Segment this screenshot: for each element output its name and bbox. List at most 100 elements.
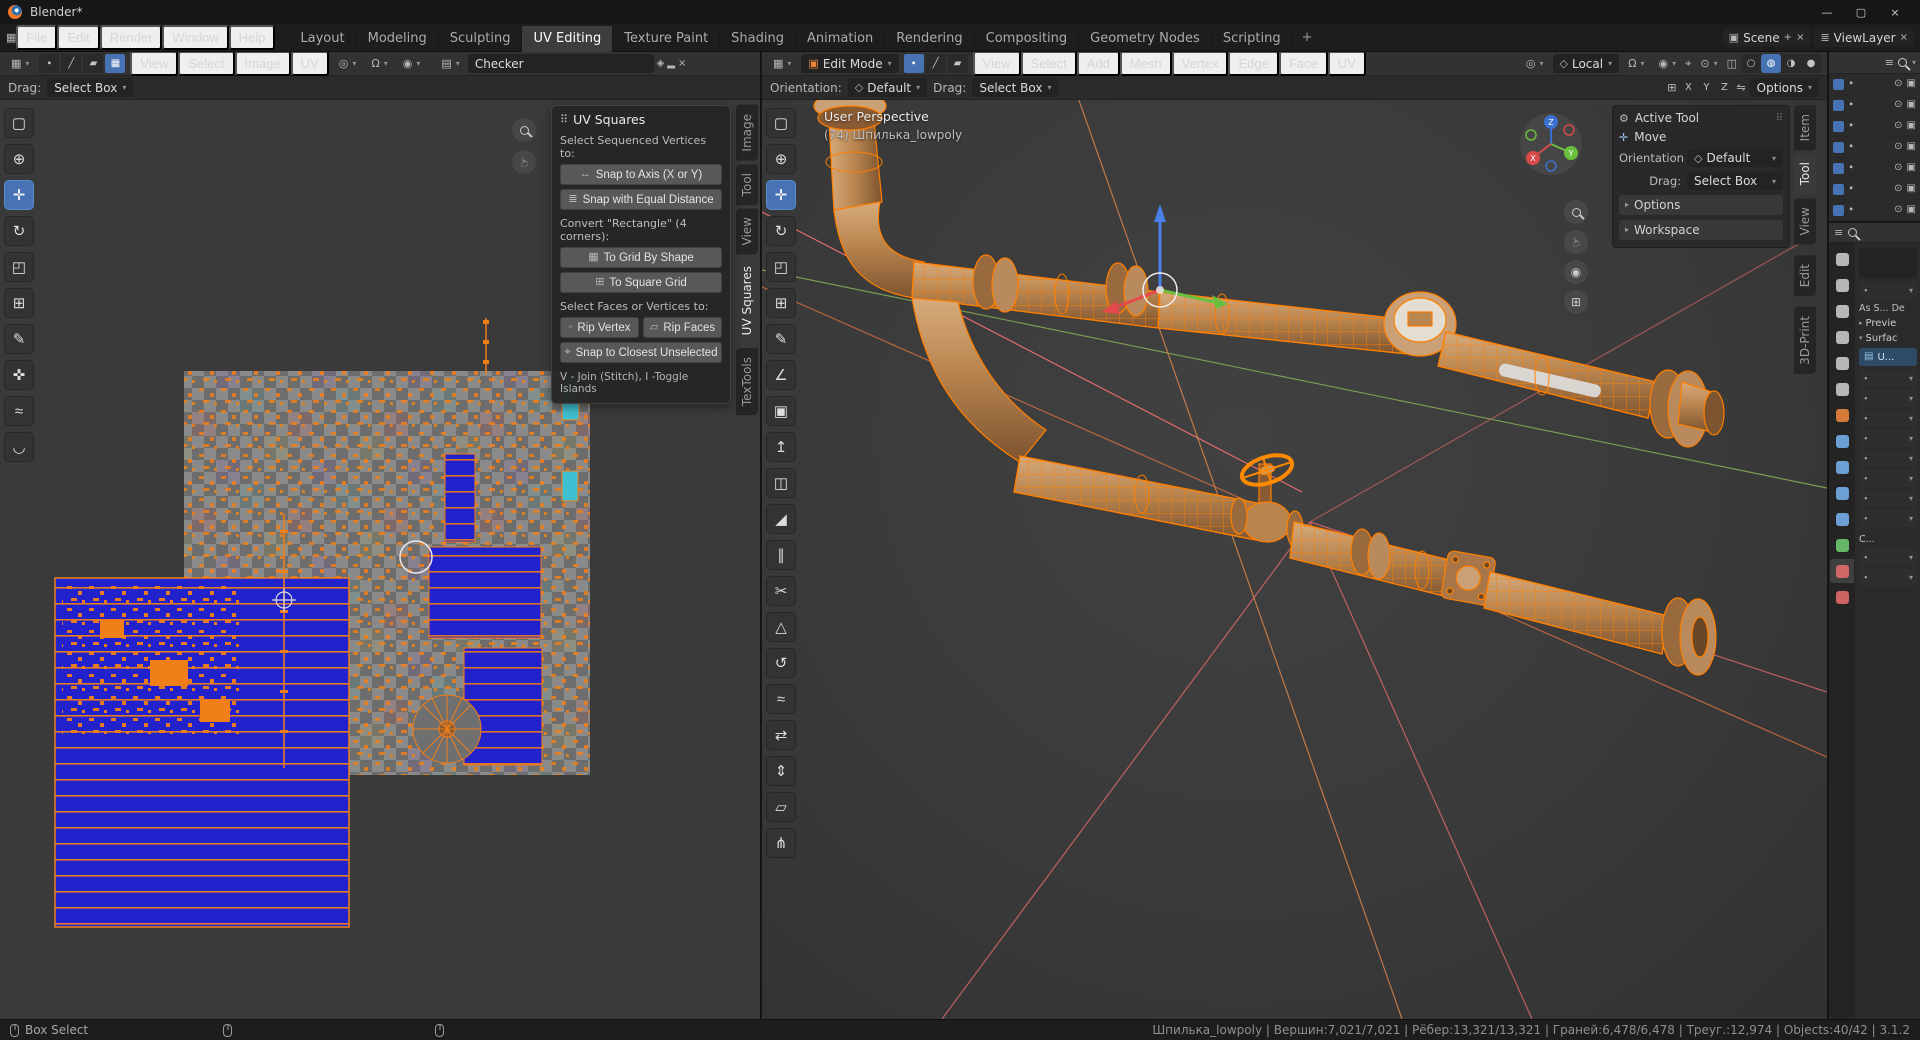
sidebar-tab-view[interactable]: View bbox=[1794, 198, 1816, 244]
camera-visibility-icon[interactable]: ▣ bbox=[1907, 205, 1916, 215]
workspace-tab-geometry-nodes[interactable]: Geometry Nodes bbox=[1079, 26, 1212, 52]
collection-checkbox[interactable] bbox=[1833, 79, 1844, 90]
eye-icon[interactable]: ⊙ bbox=[1894, 205, 1902, 215]
vp-tool-select-box[interactable]: ▢ bbox=[766, 108, 796, 138]
tool-orientation-dropdown[interactable]: ◇ Default ▾ bbox=[848, 78, 927, 97]
maximize-button[interactable]: ▢ bbox=[1844, 0, 1878, 24]
outliner-row[interactable]: ∙ ⊙ ▣ bbox=[1829, 158, 1920, 179]
property-slider[interactable]: ∙ ▾ bbox=[1859, 510, 1917, 527]
xray-icon[interactable]: ◫ bbox=[1727, 58, 1737, 69]
grid-icon[interactable]: ⊞ bbox=[1667, 82, 1676, 93]
uv-tool-relax[interactable]: ≈ bbox=[4, 396, 34, 426]
uv-squares-panel-title[interactable]: ⠿ UV Squares bbox=[560, 112, 722, 127]
shading-mode-material-preview[interactable]: ◑ bbox=[1781, 54, 1801, 73]
uv-tool-move[interactable]: ✛ bbox=[4, 180, 34, 210]
unlink-scene-icon[interactable]: × bbox=[1796, 33, 1804, 43]
collection-checkbox[interactable] bbox=[1833, 121, 1844, 132]
vp-tool-inset-faces[interactable]: ◫ bbox=[766, 468, 796, 498]
uv-drag-dropdown[interactable]: Select Box ▾ bbox=[47, 78, 133, 97]
camera-visibility-icon[interactable]: ▣ bbox=[1907, 184, 1916, 194]
vp-tool-transform[interactable]: ⊞ bbox=[766, 288, 796, 318]
viewport-menu-edge[interactable]: Edge bbox=[1228, 52, 1278, 76]
uv-mode-island-select[interactable]: ▦ bbox=[105, 54, 125, 73]
properties-tab-output[interactable] bbox=[1830, 299, 1854, 323]
camera-visibility-icon[interactable]: ▣ bbox=[1907, 100, 1916, 110]
workspace-panel-header[interactable]: ▸ Workspace bbox=[1619, 220, 1783, 240]
menu-render[interactable]: Render bbox=[100, 25, 163, 50]
workspace-tab-modeling[interactable]: Modeling bbox=[357, 26, 439, 52]
add-workspace-button[interactable]: + bbox=[1293, 25, 1322, 51]
snap-to-axis-button[interactable]: ↔ Snap to Axis (X or Y) bbox=[560, 164, 722, 185]
sidebar-tab-tool[interactable]: Tool bbox=[1794, 153, 1816, 194]
eye-icon[interactable]: ⊙ bbox=[1894, 163, 1902, 173]
surface-panel-header[interactable]: ▾ Surfac bbox=[1859, 333, 1917, 344]
sidebar-tab-textools[interactable]: TexTools bbox=[736, 348, 758, 415]
collection-checkbox[interactable] bbox=[1833, 142, 1844, 153]
snap-equal-distance-button[interactable]: ≣ Snap with Equal Distance bbox=[560, 189, 722, 210]
snap-target-icon[interactable]: ⌖ bbox=[1685, 58, 1691, 69]
uv-menu-image[interactable]: Image bbox=[235, 52, 291, 76]
snap-button[interactable]: Ω ▾ bbox=[1623, 54, 1649, 73]
uv-tool-annotate[interactable]: ✎ bbox=[4, 324, 34, 354]
property-slider[interactable]: ∙ ▾ bbox=[1859, 470, 1917, 487]
property-slider[interactable]: ∙ ▾ bbox=[1859, 390, 1917, 407]
properties-tab-modifiers[interactable] bbox=[1830, 429, 1854, 453]
sidebar-tab-tool[interactable]: Tool bbox=[736, 164, 758, 205]
menu-help[interactable]: Help bbox=[229, 25, 276, 50]
npanel-orientation-dropdown[interactable]: ◇ Default ▾ bbox=[1687, 149, 1783, 167]
properties-tab-texture[interactable] bbox=[1830, 585, 1854, 609]
npanel-header[interactable]: ⚙ Active Tool ⠿ bbox=[1619, 111, 1783, 125]
sidebar-tab-view[interactable]: View bbox=[736, 208, 758, 254]
eye-icon[interactable]: ⊙ bbox=[1894, 184, 1902, 194]
pan-hand-icon[interactable]: ☞ bbox=[512, 150, 536, 174]
mirror-icon[interactable]: ⇋ bbox=[1736, 82, 1745, 93]
snap-closest-button[interactable]: ⌖ Snap to Closest Unselected bbox=[560, 342, 722, 363]
collection-checkbox[interactable] bbox=[1833, 205, 1844, 216]
to-square-grid-button[interactable]: ⊞ To Square Grid bbox=[560, 272, 722, 293]
uv-proportional-button[interactable]: ◉ ▾ bbox=[398, 54, 426, 73]
menu-file[interactable]: File bbox=[16, 25, 57, 50]
select-mode-face-select[interactable]: ▰ bbox=[948, 54, 968, 73]
overlays-button[interactable]: ⊙ ▾ bbox=[1695, 54, 1722, 73]
vp-tool-scale[interactable]: ◰ bbox=[766, 252, 796, 282]
viewport-menu-select[interactable]: Select bbox=[1021, 52, 1077, 76]
unlink-image-icon[interactable]: × bbox=[678, 59, 686, 69]
viewport-menu-view[interactable]: View bbox=[973, 52, 1021, 76]
search-icon[interactable] bbox=[1848, 228, 1857, 237]
property-slider[interactable]: ∙ ▾ bbox=[1859, 430, 1917, 447]
properties-tab-tool[interactable] bbox=[1830, 247, 1854, 271]
sidebar-tab-uv-squares[interactable]: UV Squares bbox=[736, 257, 758, 344]
eye-icon[interactable]: ⊙ bbox=[1894, 121, 1902, 131]
uv-mode-face-select[interactable]: ▰ bbox=[83, 54, 103, 73]
uv-tool-rotate[interactable]: ↻ bbox=[4, 216, 34, 246]
vp-tool-shrink-fatten[interactable]: ⇕ bbox=[766, 756, 796, 786]
vp-tool-knife[interactable]: ✂ bbox=[766, 576, 796, 606]
property-slider[interactable]: ∙ ▾ bbox=[1859, 450, 1917, 467]
drag-dropdown[interactable]: Select Box ▾ bbox=[972, 78, 1058, 97]
viewport-menu-uv[interactable]: UV bbox=[1328, 52, 1366, 76]
vp-tool-cursor[interactable]: ⊕ bbox=[766, 144, 796, 174]
sidebar-tab-3d-print[interactable]: 3D-Print bbox=[1794, 307, 1816, 374]
rip-vertex-button[interactable]: ◦ Rip Vertex bbox=[560, 317, 639, 338]
vp-tool-measure[interactable]: ∠ bbox=[766, 360, 796, 390]
select-mode-vertex-select[interactable]: ∙ bbox=[904, 54, 924, 73]
property-slider[interactable]: ∙ ▾ bbox=[1859, 370, 1917, 387]
orientation-dropdown[interactable]: ◇ Local ▾ bbox=[1553, 54, 1620, 73]
options-panel-header[interactable]: ▸ Options bbox=[1619, 195, 1783, 215]
workspace-tab-sculpting[interactable]: Sculpting bbox=[439, 26, 523, 52]
proportional-button[interactable]: ◉ ▾ bbox=[1654, 54, 1682, 73]
assign-select-deselect-row[interactable]: As S... De bbox=[1859, 303, 1917, 314]
material-browse-widget[interactable]: ∙ ▾ bbox=[1859, 282, 1917, 299]
uv-menu-select[interactable]: Select bbox=[178, 52, 234, 76]
filter-icon[interactable]: ≡ bbox=[1834, 227, 1843, 238]
uv-mode-edge-select[interactable]: ╱ bbox=[61, 54, 81, 73]
properties-tab-physics[interactable] bbox=[1830, 481, 1854, 505]
vp-tool-extrude-region[interactable]: ↥ bbox=[766, 432, 796, 462]
axis-toggle-y[interactable]: Y bbox=[1698, 80, 1714, 96]
shading-mode-rendered[interactable]: ● bbox=[1801, 54, 1821, 73]
workspace-tab-shading[interactable]: Shading bbox=[720, 26, 796, 52]
vp-tool-rotate[interactable]: ↻ bbox=[766, 216, 796, 246]
properties-tab-view-layer[interactable] bbox=[1830, 325, 1854, 349]
preview-panel-header[interactable]: ▸ Previe bbox=[1859, 318, 1917, 329]
image-name-field[interactable]: Checker bbox=[468, 54, 654, 73]
